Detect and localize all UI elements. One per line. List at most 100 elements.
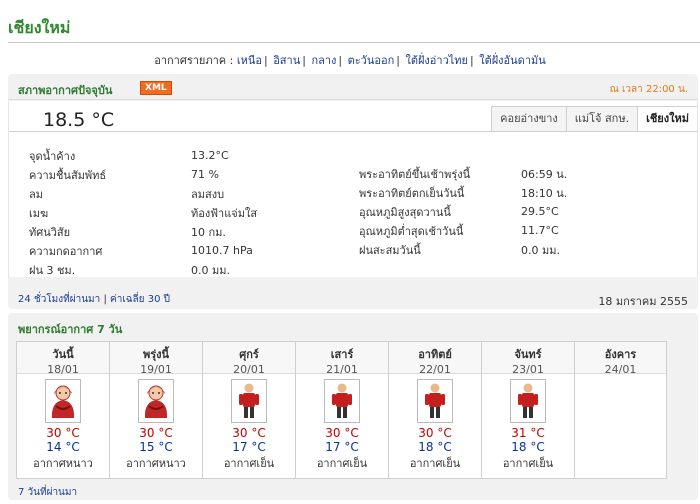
forecast-day-date: 23/01 [512, 363, 544, 376]
forecast-day: วันนี้ 18/01 30 °C 14 °C อากาศหนาว [16, 341, 109, 479]
forecast-day: ศุกร์ 20/01 30 °C 17 °C อากาศเย็น [202, 341, 295, 479]
current-conditions-header: สภาพอากาศปัจจุบัน XML ณ เวลา 22:00 น. [8, 74, 698, 100]
forecast-min-temp: 18 °C [418, 440, 452, 454]
forecast-day-date: 20/01 [233, 363, 265, 376]
obs-value: 13.2°C [191, 149, 229, 162]
separator: | [470, 54, 474, 67]
current-conditions-panel: สภาพอากาศปัจจุบัน XML ณ เวลา 22:00 น. 18… [8, 74, 698, 309]
region-link-central[interactable]: กลาง [311, 54, 336, 67]
cool-icon [231, 379, 267, 423]
forecast-day-header: วันนี้ 18/01 [17, 342, 109, 376]
forecast-max-temp: 30 °C [46, 426, 80, 440]
forecast-panel: พยากรณ์อากาศ 7 วัน วันนี้ 18/01 30 °C 14 °C… [8, 313, 698, 500]
cold-icon [45, 379, 81, 423]
tab-chiang-mai[interactable]: เชียงใหม่ [637, 106, 697, 132]
forecast-day-header: จันทร์ 23/01 [482, 342, 574, 376]
forecast-day-name: เสาร์ [330, 348, 354, 361]
cool-icon [510, 379, 546, 423]
obs-row: เมฆ ท้องฟ้าแจ่มใส [29, 203, 257, 222]
tab-mae-jo[interactable]: แม่โจ้ สกษ. [565, 106, 638, 132]
obs-value: 18:10 น. [521, 186, 568, 200]
obs-value: 0.0 มม. [521, 243, 560, 257]
obs-label: อุณหภูมิสูงสุดวานนี้ [359, 205, 451, 219]
forecast-title: พยากรณ์อากาศ 7 วัน [18, 323, 123, 336]
obs-label: ความชื้นสัมพัทธ์ [29, 168, 107, 182]
forecast-day-header: พรุ่งนี้ 19/01 [110, 342, 202, 376]
region-link-south-gulf[interactable]: ใต้ฝั่งอ่าวไทย [405, 54, 468, 67]
past-24-hours-link[interactable]: 24 ชั่วโมงที่ผ่านมา [18, 294, 100, 305]
past-7-days-link[interactable]: 7 วันที่ผ่านมา [18, 485, 77, 500]
forecast-min-temp: 18 °C [511, 440, 545, 454]
forecast-day-header: อังคาร 24/01 [575, 342, 666, 376]
region-nav-label: อากาศรายภาค : [154, 54, 234, 67]
obs-label: อุณหภูมิต่ำสุดเช้าวันนี้ [359, 224, 464, 238]
obs-label: พระอาทิตย์ตกเย็นวันนี้ [359, 186, 465, 200]
forecast-condition: อากาศหนาว [33, 457, 93, 470]
forecast-day: เสาร์ 21/01 30 °C 17 °C อากาศเย็น [295, 341, 388, 479]
obs-value: 0.0 มม. [191, 263, 230, 277]
region-nav: อากาศรายภาค : เหนือ | อิสาน | กลาง | ตะวันอ… [0, 51, 700, 69]
xml-feed-button[interactable]: XML [140, 81, 172, 95]
report-date: 18 มกราคม 2555 [598, 295, 688, 308]
current-conditions-footer: 24 ชั่วโมงที่ผ่านมา | ค่าเฉลี่ย 30 ปี 18… [8, 288, 698, 308]
obs-value: ท้องฟ้าแจ่มใส [191, 206, 258, 220]
page-title: เชียงใหม่ [8, 18, 71, 37]
forecast-day-date: 21/01 [326, 363, 358, 376]
separator: | [338, 54, 343, 67]
forecast-day-name: อังคาร [604, 348, 637, 361]
tabs-divider [9, 131, 697, 132]
obs-value: 11.7°C [521, 224, 559, 237]
forecast-min-temp: 14 °C [46, 440, 80, 454]
tab-doi-ang-khang[interactable]: คอยอ่างขาง [491, 106, 566, 132]
cold-icon [138, 379, 174, 423]
forecast-day-date: 22/01 [419, 363, 451, 376]
forecast-days: วันนี้ 18/01 30 °C 14 °C อากาศหนาว พรุ่งนี้ 19… [16, 341, 667, 479]
obs-row: ความกดอากาศ 1010.7 hPa [29, 241, 257, 260]
current-conditions-body: 18.5 °C คอยอ่างขาง แม่โจ้ สกษ. เชียงใหม่… [8, 101, 698, 277]
obs-row: พระอาทิตย์ขึ้นเช้าพรุ่งนี้ 06:59 น. [359, 164, 567, 183]
obs-label: จุดน้ำค้าง [29, 149, 76, 163]
obs-label: ลม [29, 187, 43, 201]
obs-label: ความกดอากาศ [29, 244, 103, 258]
obs-row: อุณหภูมิสูงสุดวานนี้ 29.5°C [359, 202, 567, 221]
forecast-condition: อากาศเย็น [223, 457, 275, 470]
obs-value: 71 % [191, 168, 219, 181]
forecast-day: จันทร์ 23/01 31 °C 18 °C อากาศเย็น [481, 341, 574, 479]
forecast-condition: อากาศเย็น [502, 457, 554, 470]
region-link-east[interactable]: ตะวันออก [348, 54, 395, 67]
observations-right: พระอาทิตย์ขึ้นเช้าพรุ่งนี้ 06:59 น. พระอา… [359, 164, 567, 259]
obs-value: 06:59 น. [521, 167, 568, 181]
forecast-condition: อากาศเย็น [316, 457, 368, 470]
region-link-south-andaman[interactable]: ใต้ฝั่งอันดามัน [479, 54, 546, 67]
region-link-northeast[interactable]: อิสาน [273, 54, 300, 67]
obs-label: เมฆ [29, 206, 49, 220]
obs-row: ลม ลมสงบ [29, 184, 257, 203]
forecast-day: อังคาร 24/01 [574, 341, 667, 479]
forecast-day: อาทิตย์ 22/01 30 °C 18 °C อากาศเย็น [388, 341, 481, 479]
forecast-min-temp: 15 °C [139, 440, 173, 454]
obs-value: ลมสงบ [191, 187, 225, 201]
obs-row: จุดน้ำค้าง 13.2°C [29, 146, 257, 165]
forecast-day-name: จันทร์ [514, 348, 542, 361]
separator: | [302, 54, 306, 67]
forecast-max-temp: 30 °C [232, 426, 266, 440]
obs-row: ฝน 3 ชม. 0.0 มม. [29, 260, 257, 279]
obs-value: 29.5°C [521, 205, 559, 218]
forecast-max-temp: 31 °C [511, 426, 545, 440]
region-link-north[interactable]: เหนือ [237, 54, 262, 67]
30-year-average-link[interactable]: ค่าเฉลี่ย 30 ปี [110, 294, 170, 305]
obs-row: อุณหภูมิต่ำสุดเช้าวันนี้ 11.7°C [359, 221, 567, 240]
separator: | [396, 54, 400, 67]
obs-label: พระอาทิตย์ขึ้นเช้าพรุ่งนี้ [359, 167, 471, 181]
obs-label: ฝน 3 ชม. [29, 263, 76, 277]
separator: | [103, 294, 107, 305]
obs-row: ฝนสะสมวันนี้ 0.0 มม. [359, 240, 567, 259]
forecast-day-date: 19/01 [140, 363, 172, 376]
forecast-max-temp: 30 °C [139, 426, 173, 440]
forecast-day-date: 24/01 [604, 363, 637, 376]
obs-row: ความชื้นสัมพัทธ์ 71 % [29, 165, 257, 184]
forecast-max-temp: 30 °C [325, 426, 359, 440]
current-conditions-title: สภาพอากาศปัจจุบัน [18, 84, 113, 97]
forecast-day-header: เสาร์ 21/01 [296, 342, 388, 376]
forecast-day-name: วันนี้ [52, 348, 74, 361]
